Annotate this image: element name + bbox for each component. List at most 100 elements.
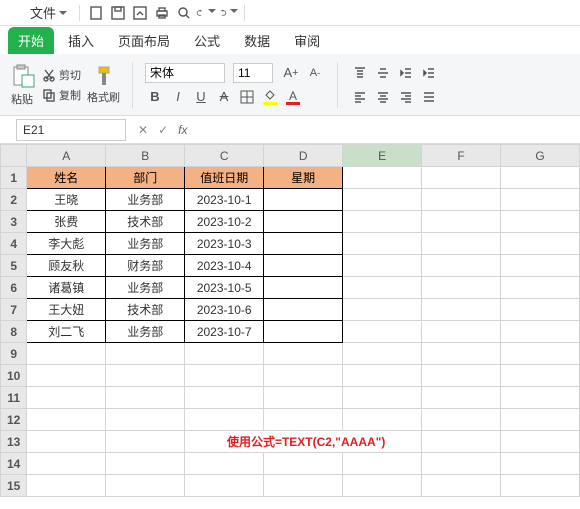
cell-B2[interactable]: 业务部	[106, 189, 185, 211]
copy-button[interactable]: 复制	[42, 87, 81, 103]
tab-data[interactable]: 数据	[234, 27, 280, 54]
italic-button[interactable]: I	[168, 87, 188, 107]
row-header-1[interactable]: 1	[1, 167, 27, 189]
cell-D11[interactable]	[264, 387, 343, 409]
cell-B13[interactable]	[106, 431, 185, 453]
cell-C4[interactable]: 2023-10-3	[185, 233, 264, 255]
cell-C3[interactable]: 2023-10-2	[185, 211, 264, 233]
row-header-12[interactable]: 12	[1, 409, 27, 431]
cell-D8[interactable]	[264, 321, 343, 343]
cell-B1[interactable]: 部门	[106, 167, 185, 189]
row-header-10[interactable]: 10	[1, 365, 27, 387]
cell-A15[interactable]	[27, 475, 106, 497]
cell-A11[interactable]	[27, 387, 106, 409]
tab-review[interactable]: 审阅	[284, 27, 330, 54]
cell-G7[interactable]	[501, 299, 580, 321]
cell-E9[interactable]	[343, 343, 422, 365]
font-size-select[interactable]	[233, 63, 273, 83]
cell-D3[interactable]	[264, 211, 343, 233]
cell-B5[interactable]: 财务部	[106, 255, 185, 277]
distribute-icon[interactable]	[419, 87, 439, 107]
strike-button[interactable]: A	[214, 87, 234, 107]
cell-C14[interactable]	[185, 453, 264, 475]
row-header-6[interactable]: 6	[1, 277, 27, 299]
print-preview-icon[interactable]	[174, 3, 194, 23]
cell-F15[interactable]	[422, 475, 501, 497]
col-header-F[interactable]: F	[422, 145, 501, 167]
border-button[interactable]	[237, 87, 257, 107]
tab-page-layout[interactable]: 页面布局	[108, 27, 180, 54]
cell-G11[interactable]	[501, 387, 580, 409]
row-header-15[interactable]: 15	[1, 475, 27, 497]
file-menu[interactable]: 文件	[30, 3, 67, 22]
outdent-icon[interactable]	[396, 63, 416, 83]
redo-icon[interactable]	[218, 3, 238, 23]
cell-F3[interactable]	[422, 211, 501, 233]
spreadsheet-grid[interactable]: ABCDEFG1姓名部门值班日期星期2王晓业务部2023-10-13张费技术部2…	[0, 144, 580, 497]
cell-E2[interactable]	[343, 189, 422, 211]
cell-C9[interactable]	[185, 343, 264, 365]
indent-icon[interactable]	[419, 63, 439, 83]
cell-B14[interactable]	[106, 453, 185, 475]
cell-F1[interactable]	[422, 167, 501, 189]
cell-A7[interactable]: 王大妞	[27, 299, 106, 321]
cell-A5[interactable]: 顾友秋	[27, 255, 106, 277]
cell-E3[interactable]	[343, 211, 422, 233]
cell-D1[interactable]: 星期	[264, 167, 343, 189]
cell-F2[interactable]	[422, 189, 501, 211]
cell-G3[interactable]	[501, 211, 580, 233]
accept-formula-icon[interactable]: ✓	[158, 123, 168, 137]
cell-E10[interactable]	[343, 365, 422, 387]
cell-F14[interactable]	[422, 453, 501, 475]
cell-D14[interactable]	[264, 453, 343, 475]
col-header-C[interactable]: C	[185, 145, 264, 167]
cell-C5[interactable]: 2023-10-4	[185, 255, 264, 277]
bold-button[interactable]: B	[145, 87, 165, 107]
row-header-2[interactable]: 2	[1, 189, 27, 211]
font-name-select[interactable]	[145, 63, 225, 83]
print-icon[interactable]	[152, 3, 172, 23]
col-header-D[interactable]: D	[264, 145, 343, 167]
align-left-icon[interactable]	[350, 87, 370, 107]
align-center-icon[interactable]	[373, 87, 393, 107]
row-header-13[interactable]: 13	[1, 431, 27, 453]
cell-B12[interactable]	[106, 409, 185, 431]
row-header-8[interactable]: 8	[1, 321, 27, 343]
cell-G2[interactable]	[501, 189, 580, 211]
cell-D4[interactable]	[264, 233, 343, 255]
cell-C11[interactable]	[185, 387, 264, 409]
cell-A10[interactable]	[27, 365, 106, 387]
col-header-E[interactable]: E	[343, 145, 422, 167]
increase-font-icon[interactable]: A+	[281, 63, 301, 83]
cell-B7[interactable]: 技术部	[106, 299, 185, 321]
row-header-14[interactable]: 14	[1, 453, 27, 475]
cell-F5[interactable]	[422, 255, 501, 277]
decrease-font-icon[interactable]: A-	[305, 63, 325, 83]
cell-F7[interactable]	[422, 299, 501, 321]
cell-E11[interactable]	[343, 387, 422, 409]
cell-B11[interactable]	[106, 387, 185, 409]
cell-A2[interactable]: 王晓	[27, 189, 106, 211]
cell-A8[interactable]: 刘二飞	[27, 321, 106, 343]
cell-E4[interactable]	[343, 233, 422, 255]
cell-A3[interactable]: 张费	[27, 211, 106, 233]
cell-D10[interactable]	[264, 365, 343, 387]
cell-F12[interactable]	[422, 409, 501, 431]
cell-G12[interactable]	[501, 409, 580, 431]
cell-F10[interactable]	[422, 365, 501, 387]
paste-group[interactable]: 粘贴	[8, 63, 36, 107]
tab-start[interactable]: 开始	[8, 27, 54, 54]
col-header-B[interactable]: B	[106, 145, 185, 167]
cell-D6[interactable]	[264, 277, 343, 299]
cell-B6[interactable]: 业务部	[106, 277, 185, 299]
row-header-7[interactable]: 7	[1, 299, 27, 321]
cell-D9[interactable]	[264, 343, 343, 365]
cell-F11[interactable]	[422, 387, 501, 409]
align-right-icon[interactable]	[396, 87, 416, 107]
cell-A4[interactable]: 李大彪	[27, 233, 106, 255]
cell-C12[interactable]	[185, 409, 264, 431]
cell-D2[interactable]	[264, 189, 343, 211]
cell-D5[interactable]	[264, 255, 343, 277]
cell-G5[interactable]	[501, 255, 580, 277]
align-middle-icon[interactable]	[373, 63, 393, 83]
